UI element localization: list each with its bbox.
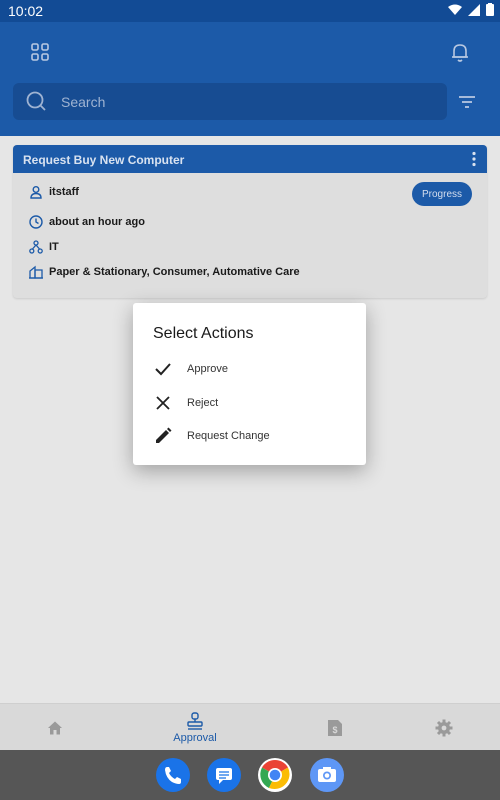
status-time: 10:02 [8,3,44,19]
search-input[interactable] [59,83,429,120]
reject-action[interactable]: Reject [153,391,353,415]
camera-app-icon[interactable] [310,758,344,792]
approval-stamp-icon [187,711,203,730]
reject-label: Reject [187,397,219,409]
approve-action[interactable]: Approve [153,357,353,381]
nav-receipt[interactable]: $ [315,704,355,751]
approve-label: Approve [187,363,228,375]
search-icon [26,91,46,111]
status-bar: 10:02 [0,0,500,22]
request-change-label: Request Change [187,430,270,442]
request-change-action[interactable]: Request Change [153,424,353,448]
home-icon [48,721,62,734]
filter-icon[interactable] [457,92,477,112]
nav-settings[interactable] [424,704,464,751]
grid-menu-icon[interactable] [28,40,52,64]
svg-text:$: $ [332,725,337,735]
bottom-navigation: Approval $ [0,703,500,750]
nav-home[interactable] [35,704,75,751]
settings-gear-icon [435,719,453,736]
chrome-app-icon[interactable] [258,758,292,792]
dialog-title: Select Actions [153,325,254,342]
system-dock [0,750,500,800]
phone-app-icon[interactable] [156,758,190,792]
wifi-icon [448,4,462,15]
check-icon [155,363,171,376]
select-actions-dialog: Select Actions Approve Reject Request Ch… [133,303,366,465]
search-bar [13,83,447,120]
signal-icon [468,3,480,16]
pencil-icon [156,427,172,443]
battery-icon [486,3,494,16]
receipt-dollar-icon: $ [328,719,342,736]
app-bar [0,22,500,136]
close-icon [156,396,170,410]
messages-app-icon[interactable] [207,758,241,792]
notification-bell-icon[interactable] [448,40,472,64]
nav-approval[interactable]: Approval [160,704,230,751]
nav-approval-label: Approval [173,731,217,744]
